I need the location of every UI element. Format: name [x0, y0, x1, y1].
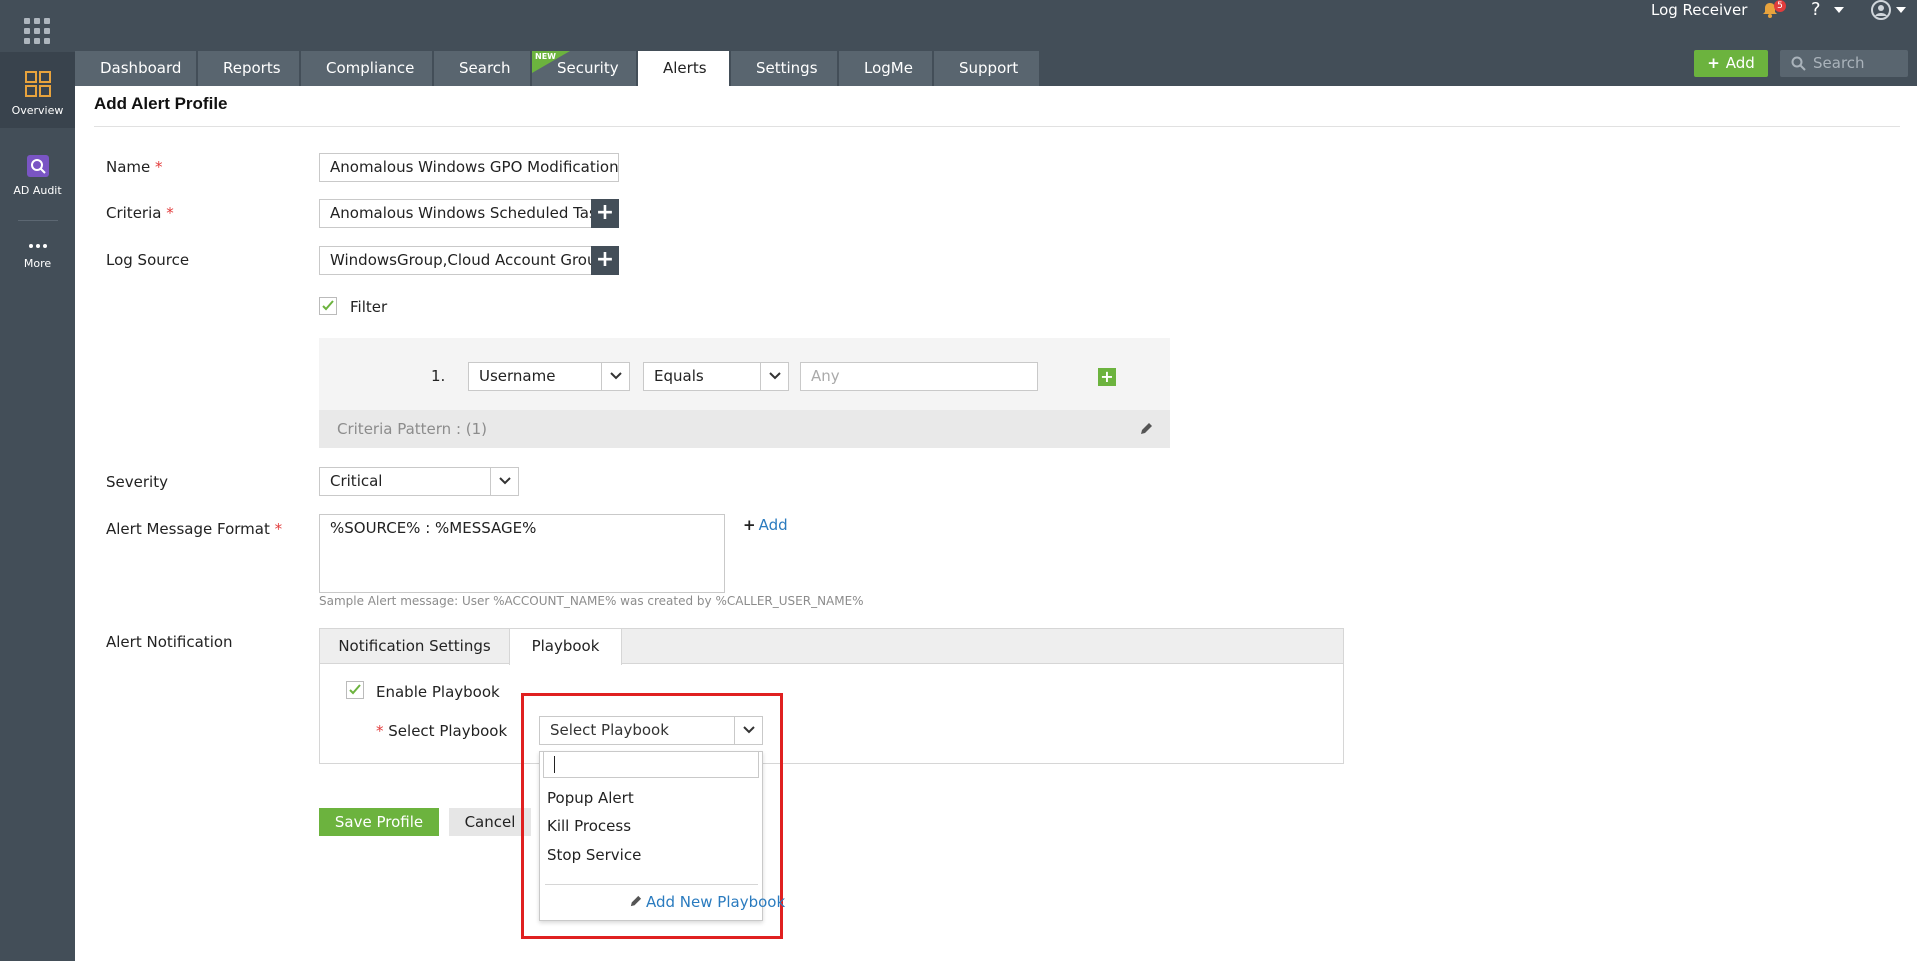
name-label: Name *: [106, 158, 163, 176]
required-mark: *: [155, 158, 163, 176]
add-log-source-button[interactable]: +: [591, 246, 619, 275]
select-playbook-label-text: Select Playbook: [388, 722, 508, 740]
main-tabs: Dashboard Reports Compliance Search NEW …: [75, 51, 1041, 86]
save-profile-button[interactable]: Save Profile: [319, 808, 439, 836]
add-criteria-button[interactable]: +: [591, 199, 619, 228]
tab-settings[interactable]: Settings: [731, 51, 837, 86]
tab-alerts[interactable]: Alerts: [638, 51, 729, 86]
text-cursor: [554, 756, 555, 773]
filter-operator-select[interactable]: Equals: [643, 362, 789, 391]
log-source-label: Log Source: [106, 251, 190, 269]
add-filter-row-button[interactable]: +: [1098, 368, 1116, 386]
chevron-down-icon: [499, 477, 511, 485]
enable-playbook-label: Enable Playbook: [376, 683, 500, 701]
select-playbook-dropdown[interactable]: Select Playbook: [539, 716, 763, 745]
tab-playbook[interactable]: Playbook: [509, 629, 622, 665]
selected-value: Critical: [330, 472, 383, 490]
plus-icon: +: [1707, 54, 1720, 72]
chevron-down-icon[interactable]: [1834, 7, 1844, 13]
tab-logme[interactable]: LogMe: [839, 51, 932, 86]
tab-support[interactable]: Support: [934, 51, 1039, 86]
chevron-down-icon[interactable]: [1896, 7, 1906, 13]
pencil-edit-icon[interactable]: [1139, 422, 1153, 436]
criteria-label-text: Criteria: [106, 204, 162, 222]
top-add-button[interactable]: + Add: [1694, 50, 1768, 77]
checkmark-icon: [349, 684, 361, 695]
sample-message-hint: Sample Alert message: User %ACCOUNT_NAME…: [319, 594, 864, 608]
help-icon[interactable]: ?: [1811, 0, 1821, 20]
selected-value: Equals: [654, 367, 704, 385]
chevron-down-icon: [610, 372, 622, 380]
tab-notification-settings[interactable]: Notification Settings: [320, 629, 509, 665]
message-format-label-text: Alert Message Format: [106, 520, 270, 538]
criteria-label: Criteria *: [106, 204, 174, 222]
criteria-input[interactable]: Anomalous Windows Scheduled Task: [319, 199, 592, 228]
sidebar-item-overview[interactable]: Overview: [0, 52, 75, 128]
filter-label: Filter: [350, 298, 388, 316]
required-mark: *: [166, 204, 174, 222]
tab-security[interactable]: NEW Security: [532, 51, 636, 86]
log-source-input[interactable]: WindowsGroup,Cloud Account Group: [319, 246, 592, 275]
tab-reports[interactable]: Reports: [198, 51, 299, 86]
playbook-option[interactable]: Stop Service: [547, 846, 641, 864]
tab-search[interactable]: Search: [434, 51, 530, 86]
required-mark: *: [274, 520, 283, 538]
overview-grid-icon: [24, 71, 51, 97]
ad-audit-icon: [26, 155, 49, 177]
chevron-down-icon: [743, 726, 755, 734]
severity-select[interactable]: Critical: [319, 467, 519, 496]
required-mark: *: [376, 722, 384, 740]
title-divider: [94, 126, 1900, 127]
add-button-label: Add: [1725, 54, 1755, 72]
playbook-search-input[interactable]: [543, 751, 759, 778]
add-variable-link[interactable]: + Add: [743, 516, 788, 534]
sidebar-label: AD Audit: [13, 184, 62, 197]
playbook-option[interactable]: Popup Alert: [547, 789, 634, 807]
select-playbook-label: * Select Playbook: [376, 722, 507, 740]
new-flag-text: NEW: [535, 52, 556, 61]
severity-label: Severity: [106, 473, 168, 491]
filter-value-input[interactable]: Any: [800, 362, 1038, 391]
chevron-down-icon: [769, 372, 781, 380]
plus-icon: +: [743, 516, 756, 534]
add-link-label: Add: [758, 516, 788, 534]
sidebar-divider: [18, 220, 58, 221]
selected-value: Username: [479, 367, 556, 385]
app-grid-icon[interactable]: [24, 18, 50, 44]
tab-dashboard[interactable]: Dashboard: [75, 51, 196, 86]
notification-count-badge: 5: [1774, 0, 1786, 12]
filter-row-index: 1.: [431, 367, 446, 385]
sidebar-item-ad-audit[interactable]: AD Audit: [0, 155, 75, 215]
more-dots-icon: [28, 244, 47, 248]
dropdown-divider: [545, 884, 758, 885]
filter-checkbox[interactable]: [319, 297, 337, 315]
cancel-button[interactable]: Cancel: [449, 808, 531, 836]
name-input[interactable]: Anomalous Windows GPO Modification: [319, 153, 619, 182]
message-format-label: Alert Message Format *: [106, 520, 282, 538]
filter-field-select[interactable]: Username: [468, 362, 630, 391]
pencil-icon: [630, 895, 642, 907]
search-icon: [1791, 56, 1806, 71]
criteria-pattern-text: Criteria Pattern : (1): [337, 420, 488, 438]
user-avatar-icon[interactable]: [1871, 0, 1891, 20]
sidebar-label: Overview: [11, 104, 64, 117]
playbook-option[interactable]: Kill Process: [547, 817, 631, 835]
tab-compliance[interactable]: Compliance: [301, 51, 432, 86]
page-title: Add Alert Profile: [94, 94, 228, 113]
name-label-text: Name: [106, 158, 151, 176]
sidebar-item-more[interactable]: More: [0, 240, 75, 290]
message-format-textarea[interactable]: %SOURCE% : %MESSAGE%: [319, 514, 725, 593]
alert-notification-label: Alert Notification: [106, 633, 233, 651]
selected-value: Select Playbook: [550, 721, 669, 739]
sidebar-label: More: [23, 257, 52, 270]
enable-playbook-checkbox[interactable]: [346, 681, 364, 699]
log-receiver-link[interactable]: Log Receiver: [1651, 0, 1747, 20]
checkmark-icon: [322, 300, 334, 311]
add-new-playbook-link[interactable]: Add New Playbook: [629, 893, 785, 911]
add-new-playbook-label: Add New Playbook: [646, 893, 786, 911]
